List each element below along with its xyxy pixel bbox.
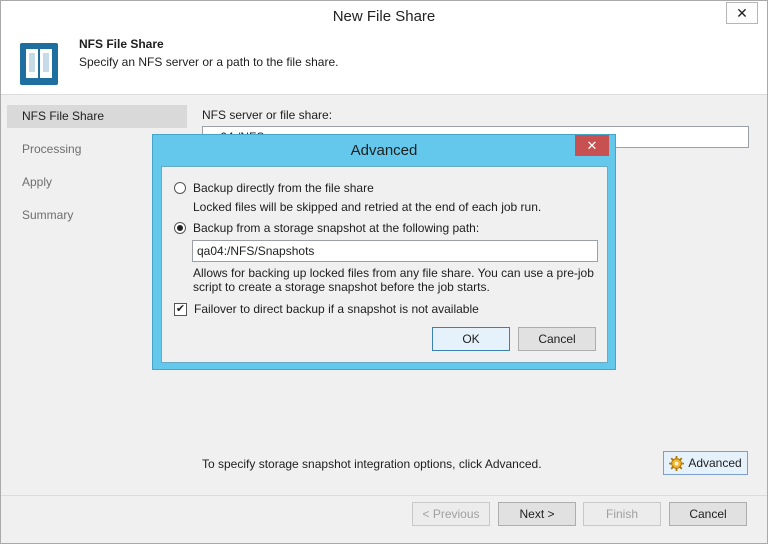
window-title: New File Share xyxy=(332,8,436,25)
snapshot-backup-option[interactable]: Backup from a storage snapshot at the fo… xyxy=(174,221,479,235)
direct-backup-label: Backup directly from the file share xyxy=(193,181,374,195)
snapshot-description-line-2: script to create a storage snapshot befo… xyxy=(193,280,490,294)
ok-button[interactable]: OK xyxy=(432,327,510,351)
cabinet-door-right xyxy=(40,49,52,78)
direct-backup-radio[interactable] xyxy=(174,182,186,194)
advanced-hint-text: To specify storage snapshot integration … xyxy=(202,457,542,471)
failover-option[interactable]: ✔ Failover to direct backup if a snapsho… xyxy=(174,302,479,316)
snapshot-backup-radio[interactable] xyxy=(174,222,186,234)
title-bar: New File Share ✕ xyxy=(1,1,767,32)
server-field-label: NFS server or file share: xyxy=(202,108,333,122)
step-title: NFS File Share xyxy=(79,37,164,51)
advanced-button-label: Advanced xyxy=(688,456,742,470)
wizard-header: NFS File Share Specify an NFS server or … xyxy=(1,32,767,95)
advanced-dialog-title: Advanced xyxy=(350,142,418,159)
advanced-dialog-close-button[interactable]: ✕ xyxy=(575,135,609,156)
sidebar-item-nfs-file-share[interactable]: NFS File Share xyxy=(7,105,187,128)
close-button[interactable]: ✕ xyxy=(726,2,758,24)
finish-button[interactable]: Finish xyxy=(583,502,661,526)
wizard-footer: < Previous Next > Finish Cancel xyxy=(1,495,767,543)
advanced-dialog: Advanced ✕ Backup directly from the file… xyxy=(152,134,616,370)
cabinet-door-left xyxy=(26,49,38,78)
cancel-button[interactable]: Cancel xyxy=(669,502,747,526)
failover-label: Failover to direct backup if a snapshot … xyxy=(194,302,479,316)
previous-button[interactable]: < Previous xyxy=(412,502,490,526)
next-button[interactable]: Next > xyxy=(498,502,576,526)
snapshot-path-input[interactable]: qa04:/NFS/Snapshots xyxy=(192,240,598,262)
snapshot-description-line-1: Allows for backing up locked files from … xyxy=(193,266,594,280)
failover-checkbox[interactable]: ✔ xyxy=(174,302,187,316)
direct-backup-description: Locked files will be skipped and retried… xyxy=(193,200,542,214)
step-subtitle: Specify an NFS server or a path to the f… xyxy=(79,55,339,69)
nfs-share-icon xyxy=(20,43,58,85)
dialog-cancel-button[interactable]: Cancel xyxy=(518,327,596,351)
direct-backup-option[interactable]: Backup directly from the file share xyxy=(174,181,374,195)
advanced-button[interactable]: Advanced xyxy=(663,451,748,475)
advanced-dialog-body: Backup directly from the file share Lock… xyxy=(161,166,608,363)
gear-icon xyxy=(669,455,685,471)
snapshot-backup-label: Backup from a storage snapshot at the fo… xyxy=(193,221,480,235)
